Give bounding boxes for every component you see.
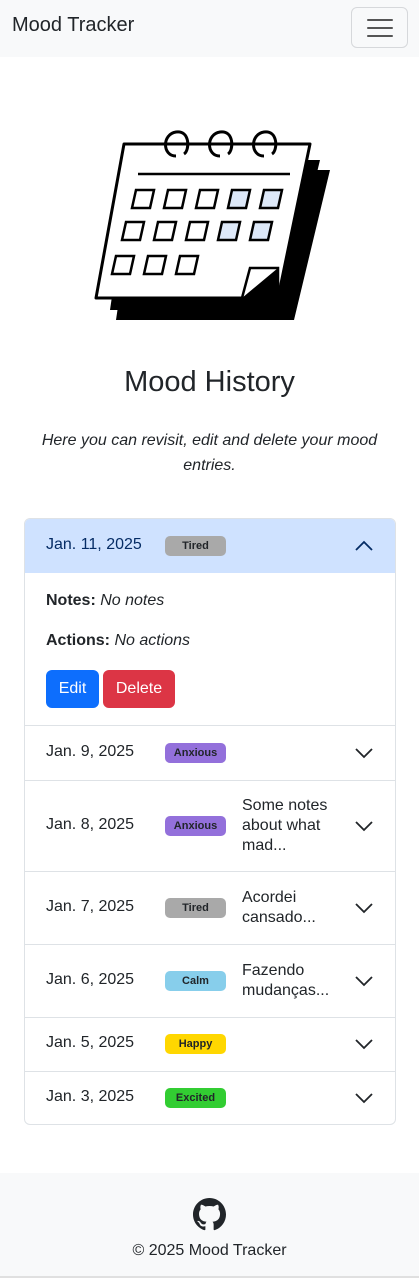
entry-note-preview: Some notes about what mad...: [242, 797, 328, 854]
edit-button[interactable]: Edit: [46, 670, 99, 708]
delete-button[interactable]: Delete: [103, 670, 175, 708]
mood-badge: Anxious: [165, 743, 226, 763]
entry-date: Jan. 7, 2025: [46, 898, 135, 915]
mood-entry-body: Notes: No notes Actions: No actions Edit…: [25, 573, 395, 725]
navbar-toggle-button[interactable]: [351, 7, 408, 48]
notes-row: Notes: No notes: [46, 592, 164, 610]
chevron-down-icon: [355, 1039, 373, 1050]
entry-date: Jan. 5, 2025: [46, 1034, 135, 1051]
hamburger-icon-line: [367, 27, 393, 29]
entry-date: Jan. 3, 2025: [46, 1088, 135, 1105]
mood-entry: Jan. 11, 2025 Tired Notes: No notes Acti…: [25, 519, 395, 726]
mood-badge: Tired: [165, 898, 226, 918]
notes-label: Notes:: [46, 592, 96, 609]
chevron-down-icon: [355, 748, 373, 759]
mood-entry-header[interactable]: Jan. 11, 2025 Tired: [25, 519, 395, 573]
mood-entry[interactable]: Jan. 7, 2025 Tired Acordei cansado...: [25, 872, 395, 945]
mood-entry[interactable]: Jan. 9, 2025 Anxious: [25, 726, 395, 781]
chevron-down-icon: [355, 1093, 373, 1104]
entry-note-preview: Acordei cansado...: [242, 889, 316, 926]
navbar-brand[interactable]: Mood Tracker: [12, 14, 134, 37]
mood-badge: Calm: [165, 971, 226, 991]
mood-badge: Tired: [165, 536, 226, 556]
mood-entry[interactable]: Jan. 6, 2025 Calm Fazendo mudanças...: [25, 945, 395, 1018]
entry-date: Jan. 8, 2025: [46, 816, 135, 833]
github-icon[interactable]: [193, 1198, 226, 1231]
mood-badge: Excited: [165, 1088, 226, 1108]
actions-label: Actions:: [46, 632, 110, 649]
actions-row: Actions: No actions: [46, 632, 190, 650]
navbar: Mood Tracker: [0, 0, 419, 57]
mood-badge: Anxious: [165, 816, 226, 836]
mood-badge: Happy: [165, 1034, 226, 1054]
mood-entry[interactable]: Jan. 8, 2025 Anxious Some notes about wh…: [25, 781, 395, 872]
chevron-down-icon: [355, 976, 373, 987]
mood-entry[interactable]: Jan. 5, 2025 Happy: [25, 1018, 395, 1072]
copyright-text: © 2025 Mood Tracker: [132, 1242, 287, 1259]
hamburger-icon-line: [367, 35, 393, 37]
chevron-down-icon: [355, 821, 373, 832]
mood-history-accordion: Jan. 11, 2025 Tired Notes: No notes Acti…: [24, 518, 396, 1125]
chevron-up-icon: [355, 540, 373, 551]
mood-entry[interactable]: Jan. 3, 2025 Excited: [25, 1072, 395, 1124]
hamburger-icon: [367, 19, 393, 21]
calendar-illustration: [94, 130, 330, 320]
entry-date: Jan. 6, 2025: [46, 971, 135, 988]
entry-note-preview: Fazendo mudanças...: [242, 962, 330, 999]
page-subtitle: Here you can revisit, edit and delete yo…: [41, 432, 378, 474]
page-title: Mood History: [124, 366, 295, 398]
entry-date: Jan. 11, 2025: [46, 536, 142, 553]
actions-value: No actions: [114, 632, 191, 649]
notes-value: No notes: [100, 592, 165, 609]
footer: © 2025 Mood Tracker: [0, 1173, 419, 1278]
entry-date: Jan. 9, 2025: [46, 743, 135, 760]
chevron-down-icon: [355, 903, 373, 914]
